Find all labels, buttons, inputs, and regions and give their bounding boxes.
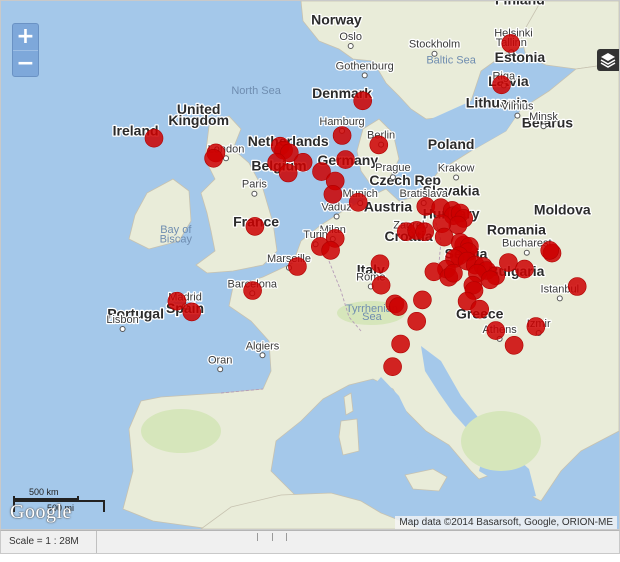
scale-readout: Scale = 1 : 28M [1, 531, 97, 553]
map-marker[interactable] [480, 270, 500, 290]
map-marker[interactable] [204, 149, 223, 168]
map-marker[interactable] [369, 135, 389, 155]
country-label-estonia: Estonia [495, 49, 546, 65]
map-marker[interactable] [336, 150, 355, 169]
map-marker[interactable] [515, 259, 534, 279]
layers-button[interactable] [597, 49, 619, 71]
map-marker[interactable] [293, 153, 313, 172]
grip-line [271, 533, 273, 541]
layers-icon [600, 53, 616, 68]
map-marker[interactable] [288, 257, 307, 276]
city-dot-minsk [540, 123, 547, 130]
city-dot-krakow [453, 174, 460, 181]
city-dot-gothenburg [361, 72, 368, 79]
city-label-oran: Oran [208, 354, 232, 366]
country-label-austria: Austria [364, 199, 412, 215]
map-marker[interactable] [370, 254, 390, 274]
zoom-in-button[interactable]: + [13, 24, 38, 50]
corsica-island [343, 392, 354, 416]
grip-line [257, 533, 258, 541]
city-dot-stockholm [431, 50, 438, 57]
google-logo[interactable]: Google [10, 501, 72, 524]
country-label-romania: Romania [487, 221, 546, 237]
map-marker[interactable] [348, 193, 368, 212]
city-dot-vilnius [514, 112, 521, 119]
city-label-vaduz: Vaduz [321, 202, 351, 214]
map-marker[interactable] [383, 357, 402, 377]
sea-label-sea: Sea [362, 311, 382, 323]
map-marker[interactable] [245, 217, 265, 236]
city-label-gothenburg: Gothenburg [336, 60, 394, 72]
city-dot-vaduz [333, 213, 340, 220]
status-bar: Scale = 1 : 28M [0, 530, 620, 554]
map-marker[interactable] [444, 263, 463, 283]
city-label-minsk: Minsk [529, 111, 558, 123]
country-label-finland: Finland [495, 1, 545, 8]
city-dot-algiers [259, 352, 266, 359]
map-marker[interactable] [388, 297, 408, 316]
map-marker[interactable] [243, 281, 262, 300]
city-label-paris: Paris [242, 179, 268, 191]
map-marker[interactable] [504, 335, 524, 355]
map-marker[interactable] [321, 241, 340, 260]
map-viewport[interactable]: North Sea Baltic Sea Bay of Biscay Tyrrhenia… [0, 0, 620, 530]
zoom-out-button[interactable]: − [13, 50, 38, 76]
country-label-norway: Norway [311, 12, 362, 28]
map-marker[interactable] [448, 215, 468, 235]
city-label-krakow: Krakow [438, 163, 475, 175]
map-marker[interactable] [501, 34, 521, 53]
map-marker[interactable] [492, 75, 511, 95]
map-marker[interactable] [413, 290, 432, 310]
city-label-lisbon: Lisbon [106, 314, 138, 326]
country-label-moldova: Moldova [534, 201, 591, 217]
map-marker[interactable] [332, 126, 352, 145]
map-marker[interactable] [391, 334, 410, 354]
city-label-algiers: Algiers [246, 340, 280, 352]
map-marker[interactable] [278, 163, 298, 183]
city-dot-oslo [347, 43, 354, 49]
map-marker[interactable] [167, 291, 187, 311]
map-marker[interactable] [323, 185, 343, 204]
zoom-control: + − [12, 23, 39, 77]
map-marker[interactable] [526, 317, 546, 336]
city-dot-paris [251, 190, 258, 197]
iberia-terrain [141, 409, 221, 453]
sea-label-north-sea: North Sea [231, 85, 281, 97]
map-marker[interactable] [434, 227, 454, 247]
map-marker[interactable] [567, 277, 587, 296]
map-canvas[interactable]: North SeaBaltic SeaBay ofBiscayTyrrhenia… [1, 1, 619, 529]
resize-grip[interactable] [257, 533, 287, 541]
sea-label-biscay: Biscay [160, 233, 193, 245]
country-label-poland: Poland [428, 136, 475, 152]
map-marker[interactable] [182, 302, 202, 322]
city-dot-oran [217, 366, 224, 373]
grip-line [286, 533, 287, 541]
country-label-kingdom: Kingdom [168, 112, 229, 128]
city-label-hamburg: Hamburg [319, 116, 364, 128]
sardinia-island [338, 418, 360, 456]
map-marker[interactable] [540, 241, 560, 260]
city-dot-istanbul [556, 295, 563, 302]
map-marker[interactable] [407, 311, 427, 331]
city-dot-prague [389, 174, 396, 181]
map-attribution: Map data ©2014 Basarsoft, Google, ORION-… [395, 516, 617, 529]
city-dot-bucharest [523, 249, 530, 256]
balkan-terrain [461, 411, 541, 471]
map-marker[interactable] [499, 253, 518, 272]
map-marker[interactable] [353, 91, 373, 111]
map-marker[interactable] [470, 299, 490, 319]
map-marker[interactable] [371, 275, 391, 295]
map-marker[interactable] [144, 128, 164, 148]
city-label-stockholm: Stockholm [409, 39, 460, 51]
city-label-oslo: Oslo [339, 31, 362, 43]
city-dot-lisbon [119, 326, 126, 332]
city-label-prague: Prague [375, 162, 410, 174]
map-marker[interactable] [486, 321, 506, 340]
map-marker[interactable] [415, 222, 435, 241]
